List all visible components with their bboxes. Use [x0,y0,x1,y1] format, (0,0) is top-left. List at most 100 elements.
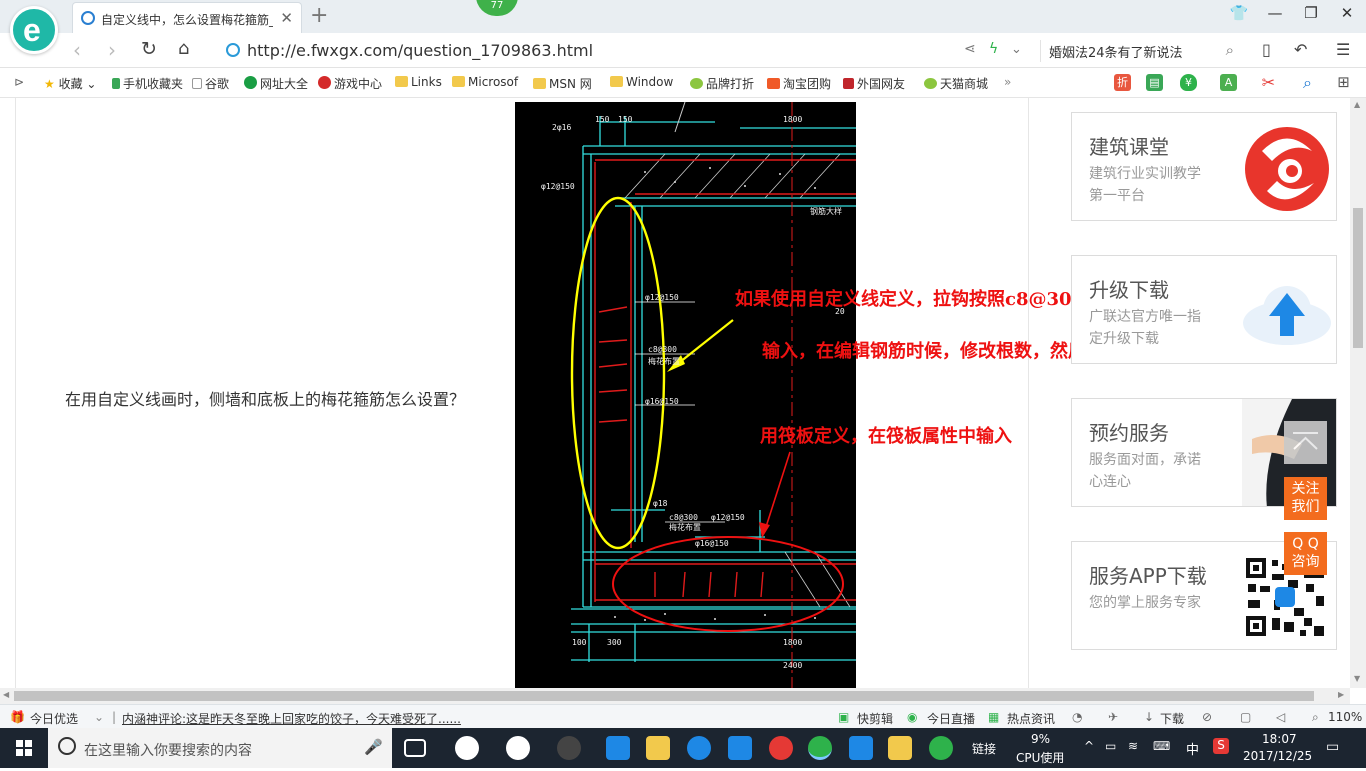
address-bar: ‹ › ↻ ⌂ http://e.fwxgx.com/question_1709… [0,33,1366,68]
shield-icon[interactable]: ¥ [1180,74,1197,91]
bookmark-links[interactable]: Links [395,75,442,89]
browser-tab[interactable]: 自定义线中，怎么设置梅花箍筋_ ✕ [72,2,302,33]
hot-news-link[interactable]: 热点资讯 [1007,710,1055,727]
clock-time[interactable]: 18:07 [1262,732,1297,746]
clock-date[interactable]: 2017/12/25 [1243,749,1312,763]
scroll-right-icon[interactable]: ▶ [1338,690,1344,699]
keyboard-icon[interactable]: ⌨ [1153,739,1170,753]
scroll-left-icon[interactable]: ◀ [3,690,9,699]
vertical-scroll-thumb[interactable] [1353,208,1363,348]
zoom-icon: ⌕ [1312,710,1319,724]
horizontal-scrollbar[interactable]: ◀ ▶ [0,688,1350,704]
chevron-up-icon[interactable]: ^ [1084,739,1094,753]
bookmark-foreign[interactable]: 外国网友 [843,75,905,92]
bookmark-brand-sale[interactable]: 品牌打折 [690,75,754,92]
skin-icon[interactable]: 👕 [1226,4,1252,22]
discount-icon[interactable]: 折 [1114,74,1131,91]
ie-app-icon[interactable] [506,736,530,760]
today-live-link[interactable]: 今日直播 [927,710,975,727]
task-view-icon[interactable] [404,739,426,757]
book-icon[interactable]: ▤ [1146,74,1163,91]
speed-icon[interactable]: ◔ [1072,710,1082,724]
search-box[interactable]: 婚姻法24条有了新说法 ⌕ [1040,40,1240,62]
clean-icon[interactable]: ⊘ [1202,710,1212,724]
sidebar-toggle-icon[interactable]: ⊳ [14,75,24,89]
zoom-icon[interactable]: ⌕ [1299,74,1316,91]
apps-grid-icon[interactable]: ⊞ [1335,74,1352,91]
edge-app-icon[interactable] [606,736,630,760]
bookmark-windows[interactable]: Window [610,75,673,89]
quick-cut-link[interactable]: 快剪辑 [857,710,893,727]
card-upgrade-download[interactable]: 升级下载 广联达官方唯一指定升级下载 [1071,255,1337,364]
bookmark-microsoft[interactable]: Microsof [452,75,518,89]
ie2-app-icon[interactable] [687,736,711,760]
sogou-icon[interactable]: S [1213,738,1229,754]
360-browser-app-icon[interactable] [808,736,832,760]
speed-mode-icon[interactable]: ϟ [989,41,998,57]
ime-indicator[interactable]: 中 [1186,739,1199,758]
bookmark-sites[interactable]: 网址大全 [244,75,308,92]
minimize-icon[interactable]: — [1262,4,1288,22]
tab-bar: 自定义线中，怎么设置梅花箍筋_ ✕ + 77 👕 — ❐ ✕ [0,0,1366,33]
close-tab-icon[interactable]: ✕ [280,9,293,27]
chrome-app-icon[interactable] [557,736,581,760]
scroll-down-icon[interactable]: ▼ [1354,674,1360,683]
download-link[interactable]: 下载 [1160,710,1184,727]
new-tab-icon[interactable]: + [310,3,328,28]
bookmark-tmall[interactable]: 天猫商城 [924,75,988,92]
notification-center-icon[interactable]: ▭ [1326,739,1339,755]
back-to-top-button[interactable] [1284,421,1327,464]
share-icon[interactable]: ⋖ [964,41,976,57]
column-divider [1028,98,1029,688]
scroll-up-icon[interactable]: ▲ [1354,100,1360,109]
scissors-icon[interactable]: ✂ [1260,74,1277,91]
bookmark-favorites[interactable]: ★ 收藏 ⌄ [44,75,96,92]
refresh-icon[interactable]: ↻ [141,38,157,60]
vertical-scrollbar[interactable]: ▲ ▼ [1350,98,1366,688]
bookmark-games[interactable]: 游戏中心 [318,75,382,92]
plus-app-icon[interactable] [929,736,953,760]
explorer-app-icon[interactable] [646,736,670,760]
card-building-class[interactable]: 建筑课堂 建筑行业实训教学第一平台 [1071,112,1337,221]
chevron-down-icon[interactable]: ⌄ [94,710,104,724]
network-icon[interactable]: ≋ [1128,739,1138,753]
bookmark-mobile[interactable]: 手机收藏夹 [112,75,183,92]
volume-icon[interactable]: ◁ [1276,710,1285,724]
browser-logo[interactable]: e [10,6,58,54]
bookmark-msn[interactable]: MSN 网 [533,75,592,92]
forward-icon[interactable]: › [108,38,116,62]
bookmark-google[interactable]: 谷歌 [192,75,229,92]
url-field[interactable]: http://e.fwxgx.com/question_1709863.html [226,40,956,62]
search-icon[interactable]: ⌕ [1226,41,1234,59]
close-window-icon[interactable]: ✕ [1334,4,1360,22]
qq-consult-button[interactable]: Q Q 咨询 [1284,532,1327,575]
more-bookmarks-icon[interactable]: » [1004,75,1011,89]
horizontal-scroll-thumb[interactable] [14,691,1314,701]
link-label[interactable]: 链接 [972,740,996,757]
home-icon[interactable]: ⌂ [178,38,189,59]
restore-icon[interactable]: ❐ [1298,4,1324,22]
pin-icon[interactable]: ✈ [1108,710,1118,724]
battery-icon[interactable]: ▭ [1105,739,1116,753]
window-icon[interactable]: ▢ [1240,710,1251,724]
red-app-icon[interactable] [769,736,793,760]
follow-us-button[interactable]: 关注 我们 [1284,477,1327,520]
cross-app-icon[interactable] [849,736,873,760]
taskbar-search[interactable]: 在这里输入你要搜索的内容 🎤 [48,728,392,768]
microphone-icon[interactable]: 🎤 [364,738,383,756]
fan-app-icon[interactable] [455,736,479,760]
notes-app-icon[interactable] [888,736,912,760]
start-button[interactable] [0,728,48,768]
glodon-g-app-icon[interactable] [728,736,752,760]
zoom-level[interactable]: 110% [1328,710,1362,724]
news-ticker-link[interactable]: 内涵神评论:这是昨天冬至晚上回家吃的饺子，今天难受死了...... [122,710,461,727]
undo-icon[interactable]: ↶ [1294,40,1307,59]
back-icon[interactable]: ‹ [73,38,81,62]
chevron-down-icon[interactable]: ⌄ [1011,42,1022,57]
notification-badge[interactable]: 77 [476,0,518,16]
menu-icon[interactable]: ☰ [1336,40,1350,59]
mobile-icon[interactable]: ▯ [1262,40,1271,59]
today-pick-link[interactable]: 今日优选 [30,710,78,727]
bookmark-taobao[interactable]: 淘宝团购 [767,75,831,92]
translate-icon[interactable]: A [1220,74,1237,91]
